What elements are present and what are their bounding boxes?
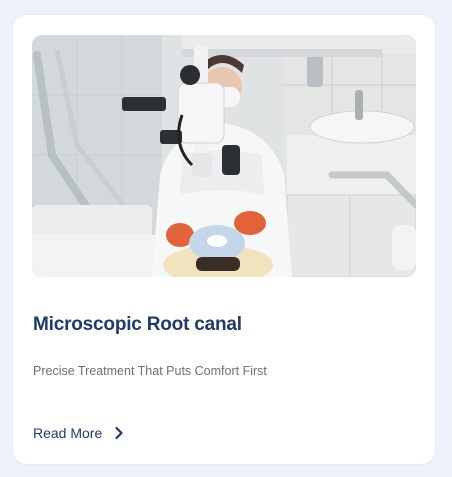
card-title: Microscopic Root canal [33,314,242,335]
chevron-right-icon [115,426,123,440]
card-image [32,35,416,277]
card-subtitle: Precise Treatment That Puts Comfort Firs… [33,364,267,378]
read-more-link[interactable]: Read More [33,425,126,441]
service-card: Microscopic Root canal Precise Treatment… [13,15,435,464]
dental-microscope-photo [32,35,416,277]
read-more-label: Read More [33,425,103,441]
